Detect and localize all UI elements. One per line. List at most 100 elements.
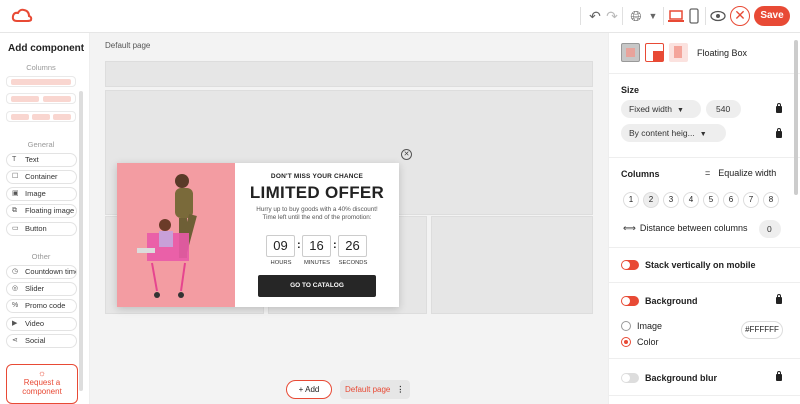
countdown-timer: 09 : 16 : 26 HOURS MINUTES SECONDS [266,235,367,269]
equalize-width-option[interactable]: = Equalize width [705,168,776,178]
component-text[interactable]: T Text [6,153,77,167]
background-color-input[interactable]: #FFFFFF [741,321,783,339]
one-column-block[interactable] [6,76,76,87]
add-block-button[interactable]: + Add [286,380,332,399]
columns-section-label: Columns [26,63,56,72]
popup-description: Hurry up to buy goods with a 40% discoun… [256,206,378,221]
divider [609,73,800,74]
lock-icon[interactable] [776,128,782,138]
background-image-radio[interactable] [621,321,631,331]
lock-icon[interactable] [776,294,782,304]
column-option-6[interactable]: 6 [723,192,739,208]
floating-box-popup[interactable]: DON'T MISS YOUR CHANCE LIMITED OFFER Hur… [117,163,399,307]
component-image[interactable]: ▣ Image [6,187,77,201]
globe-icon[interactable]: 🌐︎ [628,8,644,24]
divider [705,7,706,25]
share-icon: ⋖ [12,337,18,344]
top-toolbar: ↶ ↷ 🌐︎ ▼ ✕ Save [0,0,800,33]
stack-vertically-toggle[interactable] [621,260,639,270]
popup-title: LIMITED OFFER [249,183,385,202]
width-mode-dropdown[interactable]: Fixed width ▼ [621,100,701,118]
component-promo-code[interactable]: % Promo code [6,299,77,313]
timer-separator: : [297,239,301,251]
layout-option-3[interactable] [669,43,688,62]
height-mode-dropdown[interactable]: By content heig... ▼ [621,124,726,142]
background-color-label: Color [637,337,659,347]
sidebar-title: Add component [8,43,85,54]
promo-photo [117,163,235,307]
save-button[interactable]: Save [754,6,790,26]
component-video[interactable]: ▶ Video [6,317,77,331]
page-selector[interactable]: Default page ⋮ [340,380,410,399]
distance-input[interactable]: 0 [759,220,781,238]
column-option-3[interactable]: 3 [663,192,679,208]
component-container[interactable]: ☐ Container [6,170,77,184]
component-button[interactable]: ▭ Button [6,222,77,236]
redo-icon[interactable]: ↷ [604,8,620,24]
background-color-radio[interactable] [621,337,631,347]
column-option-2[interactable]: 2 [643,192,659,208]
component-floating-image[interactable]: ⧉ Floating image [6,204,77,218]
component-social[interactable]: ⋖ Social [6,334,77,348]
background-label: Background [645,296,698,306]
play-icon: ▶ [12,320,18,327]
chevron-down-icon: ▼ [677,107,684,114]
column-option-7[interactable]: 7 [743,192,759,208]
sidebar-scrollbar[interactable] [79,91,83,391]
go-to-catalog-button[interactable]: GO TO CATALOG [258,275,376,297]
bulb-icon: ☼ [37,368,47,378]
divider [609,358,800,359]
canvas-row[interactable] [105,61,593,87]
eye-icon[interactable] [710,8,726,24]
width-input[interactable]: 540 [706,100,741,118]
layout-option-2[interactable] [645,43,664,62]
background-blur-label: Background blur [645,373,718,383]
divider [580,7,581,25]
request-component-button[interactable]: ☼ Request a component [6,364,78,404]
lock-icon[interactable] [776,371,782,381]
properties-panel: Floating Box Size Fixed width ▼ 540 By co… [608,33,800,404]
slider-icon: ◎ [12,285,19,292]
undo-icon[interactable]: ↶ [587,8,603,24]
equalize-icon: = [705,168,711,178]
component-slider[interactable]: ◎ Slider [6,282,77,296]
divider [609,247,800,248]
more-vertical-icon[interactable]: ⋮ [396,385,404,394]
cloud-logo-icon [11,8,33,22]
desktop-icon[interactable] [668,8,684,24]
columns-label: Columns [621,169,660,179]
properties-scrollbar[interactable] [794,40,798,195]
three-column-block[interactable] [6,111,76,122]
canvas-cell[interactable] [431,216,593,314]
container-icon: ☐ [12,173,19,180]
timer-seconds: 26 [338,235,367,257]
divider [609,282,800,283]
component-sidebar: Add component Columns General T Text ☐ Con… [0,33,90,404]
button-icon: ▭ [12,225,19,232]
two-column-block[interactable] [6,93,76,104]
divider [622,7,623,25]
layout-option-1[interactable] [621,43,640,62]
breadcrumb: Default page [105,41,151,50]
column-option-4[interactable]: 4 [683,192,699,208]
lock-icon[interactable] [776,103,782,113]
timer-minutes: 16 [302,235,331,257]
background-blur-toggle[interactable] [621,373,639,383]
image-icon: ▣ [12,190,19,197]
column-option-1[interactable]: 1 [623,192,639,208]
close-editor-button[interactable]: ✕ [730,6,750,26]
component-countdown-timer[interactable]: ◷ Countdown timer [6,265,77,279]
chevron-down-icon[interactable]: ▼ [645,8,661,24]
timer-hours-label: HOURS [270,260,292,266]
percent-icon: % [12,302,19,309]
text-icon: T [12,156,17,163]
background-toggle[interactable] [621,296,639,306]
popup-close-icon[interactable]: ✕ [401,149,412,160]
size-label: Size [621,85,640,95]
timer-minutes-label: MINUTES [303,260,331,266]
mobile-icon[interactable] [686,8,702,24]
timer-icon: ◷ [12,268,19,275]
column-option-5[interactable]: 5 [703,192,719,208]
column-option-8[interactable]: 8 [763,192,779,208]
stack-vertically-label: Stack vertically on mobile [645,260,756,270]
